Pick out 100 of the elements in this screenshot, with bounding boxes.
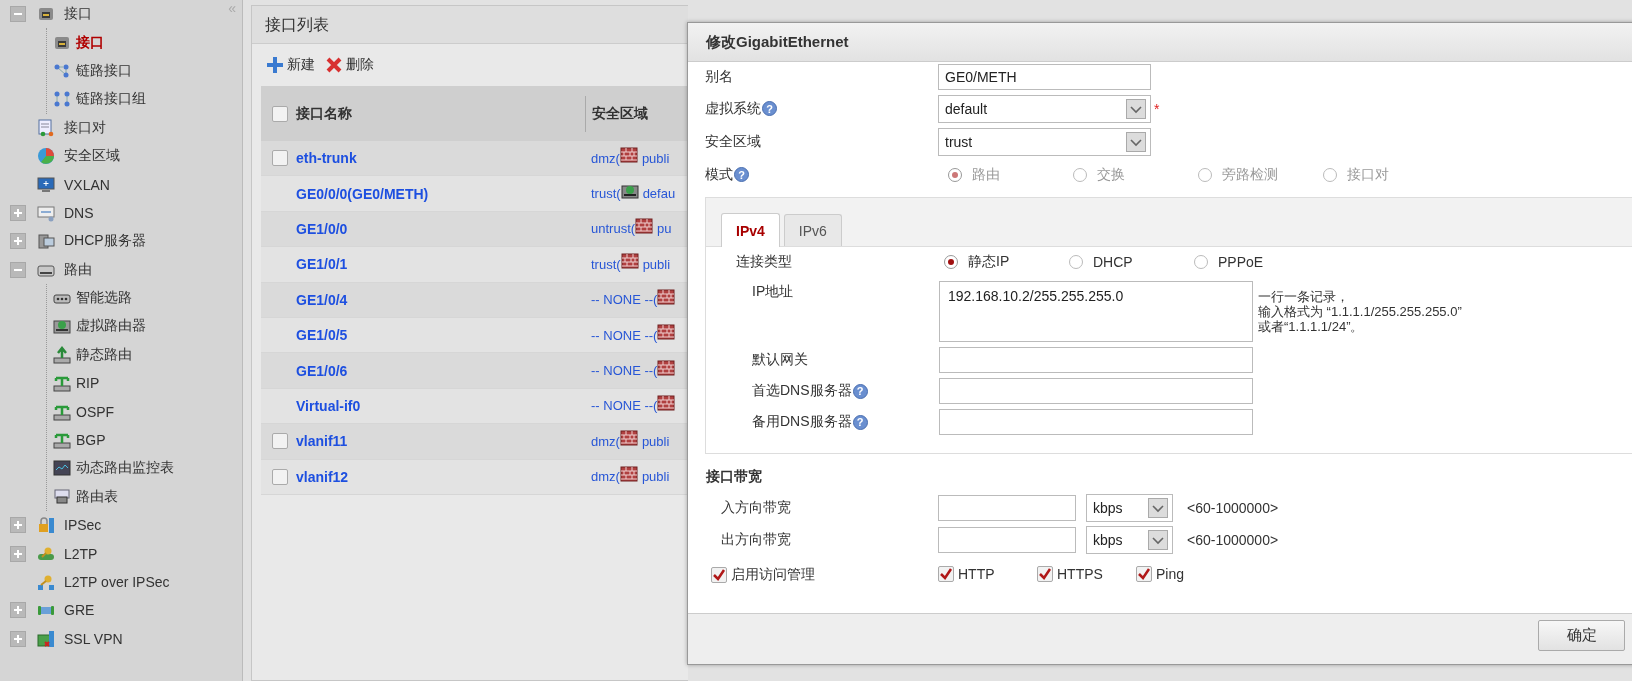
- interface-link[interactable]: eth-trunk: [296, 150, 357, 167]
- interface-link[interactable]: GE0/0/0(GE0/METH): [296, 185, 429, 202]
- vsys-link[interactable]: publi: [641, 150, 670, 166]
- zone-link[interactable]: -- NONE --(: [591, 398, 658, 414]
- column-header[interactable]: 安全区域: [592, 104, 648, 123]
- zone-link[interactable]: dmz(: [591, 469, 620, 485]
- tab[interactable]: IPv4: [721, 213, 780, 247]
- tree-item[interactable]: 接口: [0, 0, 92, 29]
- input-field[interactable]: [939, 347, 1253, 373]
- interface-link[interactable]: vlanif12: [296, 468, 349, 485]
- input-field[interactable]: [939, 409, 1253, 435]
- tree-item[interactable]: 路由表: [53, 482, 174, 512]
- zone-link[interactable]: -- NONE --(: [591, 327, 658, 343]
- select-field[interactable]: kbps: [1086, 494, 1173, 522]
- brick-wall-icon: [619, 465, 638, 482]
- zone-link[interactable]: -- NONE --(: [591, 292, 658, 308]
- interface-link[interactable]: GE1/0/4: [296, 291, 348, 308]
- check-icon: [1038, 567, 1052, 581]
- antenna-icon: [53, 431, 71, 450]
- checkbox[interactable]: HTTPS: [1037, 566, 1103, 582]
- collapse-toggle[interactable]: [10, 6, 26, 23]
- tree-item[interactable]: BGP: [53, 425, 174, 455]
- expand-toggle[interactable]: [10, 204, 26, 221]
- radio-button[interactable]: [944, 255, 958, 269]
- tree-item[interactable]: SSL VPN: [0, 624, 123, 653]
- tree-item[interactable]: 智能选路: [53, 283, 174, 313]
- input-field[interactable]: GE0/METH: [938, 64, 1151, 90]
- vsys-link[interactable]: publi: [642, 256, 671, 272]
- tree-item[interactable]: 接口: [53, 28, 146, 57]
- new-button[interactable]: 新建: [266, 56, 315, 74]
- text-area[interactable]: 192.168.10.2/255.255.255.0: [939, 281, 1253, 342]
- brick-wall-icon: [619, 430, 638, 447]
- interface-link[interactable]: GE1/0/1: [296, 256, 348, 273]
- field-label: 首选DNS服务器: [752, 382, 852, 400]
- tree-item[interactable]: L2TP: [0, 539, 98, 568]
- check-icon: [712, 568, 726, 582]
- zone-link[interactable]: untrust(: [591, 221, 636, 237]
- vsys-link[interactable]: publi: [641, 469, 670, 485]
- zone-link[interactable]: dmz(: [591, 433, 620, 449]
- radio-label[interactable]: DHCP: [1093, 254, 1133, 270]
- zone-link[interactable]: -- NONE --(: [591, 363, 658, 379]
- hint-text: 输入格式为 “1.1.1.1/255.255.255.0”: [1258, 304, 1462, 319]
- zone-link[interactable]: trust(: [591, 186, 621, 202]
- expand-toggle[interactable]: [10, 545, 26, 562]
- column-header[interactable]: 接口名称: [296, 104, 352, 123]
- tree-item[interactable]: L2TP over IPSec: [0, 567, 170, 597]
- tree-item[interactable]: IPSec: [0, 511, 102, 540]
- checkbox[interactable]: [272, 105, 288, 122]
- tree-item[interactable]: 链路接口组: [53, 85, 146, 114]
- radio-button[interactable]: [1069, 255, 1083, 269]
- collapse-toggle[interactable]: [10, 261, 26, 278]
- expand-toggle[interactable]: [10, 630, 26, 647]
- tree-item[interactable]: 路由: [0, 255, 92, 284]
- interface-link[interactable]: GE1/0/0: [296, 220, 348, 237]
- input-field[interactable]: [939, 378, 1253, 404]
- tree-item[interactable]: DHCP服务器: [0, 227, 146, 256]
- checkbox[interactable]: Ping: [1136, 566, 1185, 582]
- checkbox[interactable]: [272, 433, 288, 450]
- tree-item[interactable]: 静态路由: [53, 340, 174, 370]
- expand-toggle[interactable]: [10, 233, 26, 250]
- vsys-link[interactable]: publi: [641, 433, 670, 449]
- tree-item[interactable]: DNS: [0, 198, 94, 228]
- field-label: 连接类型: [736, 253, 793, 271]
- tree-item[interactable]: 动态路由监控表: [53, 454, 174, 483]
- select-field[interactable]: default: [938, 94, 1151, 123]
- select-field[interactable]: kbps: [1086, 526, 1173, 554]
- zone-link[interactable]: trust(: [591, 256, 621, 272]
- checkbox[interactable]: HTTP: [938, 566, 995, 582]
- field-label: 模式: [705, 165, 733, 184]
- tree-item[interactable]: 接口对: [0, 113, 106, 142]
- tree-item[interactable]: 安全区域: [0, 141, 120, 171]
- radio-button[interactable]: [1194, 255, 1208, 269]
- tree-item[interactable]: RIP: [53, 369, 174, 398]
- tree-item[interactable]: GRE: [0, 596, 95, 625]
- check-icon: [1137, 567, 1151, 581]
- ok-button[interactable]: 确定: [1538, 620, 1625, 651]
- delete-button[interactable]: 删除: [325, 56, 374, 74]
- zone-link[interactable]: dmz(: [591, 150, 620, 166]
- tree-item[interactable]: VXLAN: [0, 170, 110, 199]
- tree-item[interactable]: 虚拟路由器: [53, 312, 174, 341]
- input-field[interactable]: [938, 527, 1076, 553]
- tree-item[interactable]: OSPF: [53, 397, 174, 426]
- checkbox[interactable]: [272, 468, 288, 485]
- vsys-link[interactable]: pu: [657, 221, 672, 237]
- interface-link[interactable]: Virtual-if0: [296, 397, 361, 414]
- checkbox[interactable]: [272, 150, 288, 167]
- interface-link[interactable]: GE1/0/6: [296, 362, 348, 379]
- tree-item[interactable]: 链路接口: [53, 56, 146, 86]
- device-icon: [620, 182, 639, 199]
- expand-toggle[interactable]: [10, 602, 26, 619]
- checkbox[interactable]: 启用访问管理: [711, 566, 815, 584]
- radio-label[interactable]: 静态IP: [968, 253, 1010, 271]
- vsys-link[interactable]: defau: [642, 186, 676, 202]
- interface-link[interactable]: GE1/0/5: [296, 327, 348, 344]
- radio-label[interactable]: PPPoE: [1218, 254, 1264, 270]
- tab[interactable]: IPv6: [783, 214, 842, 246]
- input-field[interactable]: [938, 495, 1076, 521]
- expand-toggle[interactable]: [10, 517, 26, 534]
- select-field[interactable]: trust: [938, 127, 1151, 156]
- interface-link[interactable]: vlanif11: [296, 433, 348, 450]
